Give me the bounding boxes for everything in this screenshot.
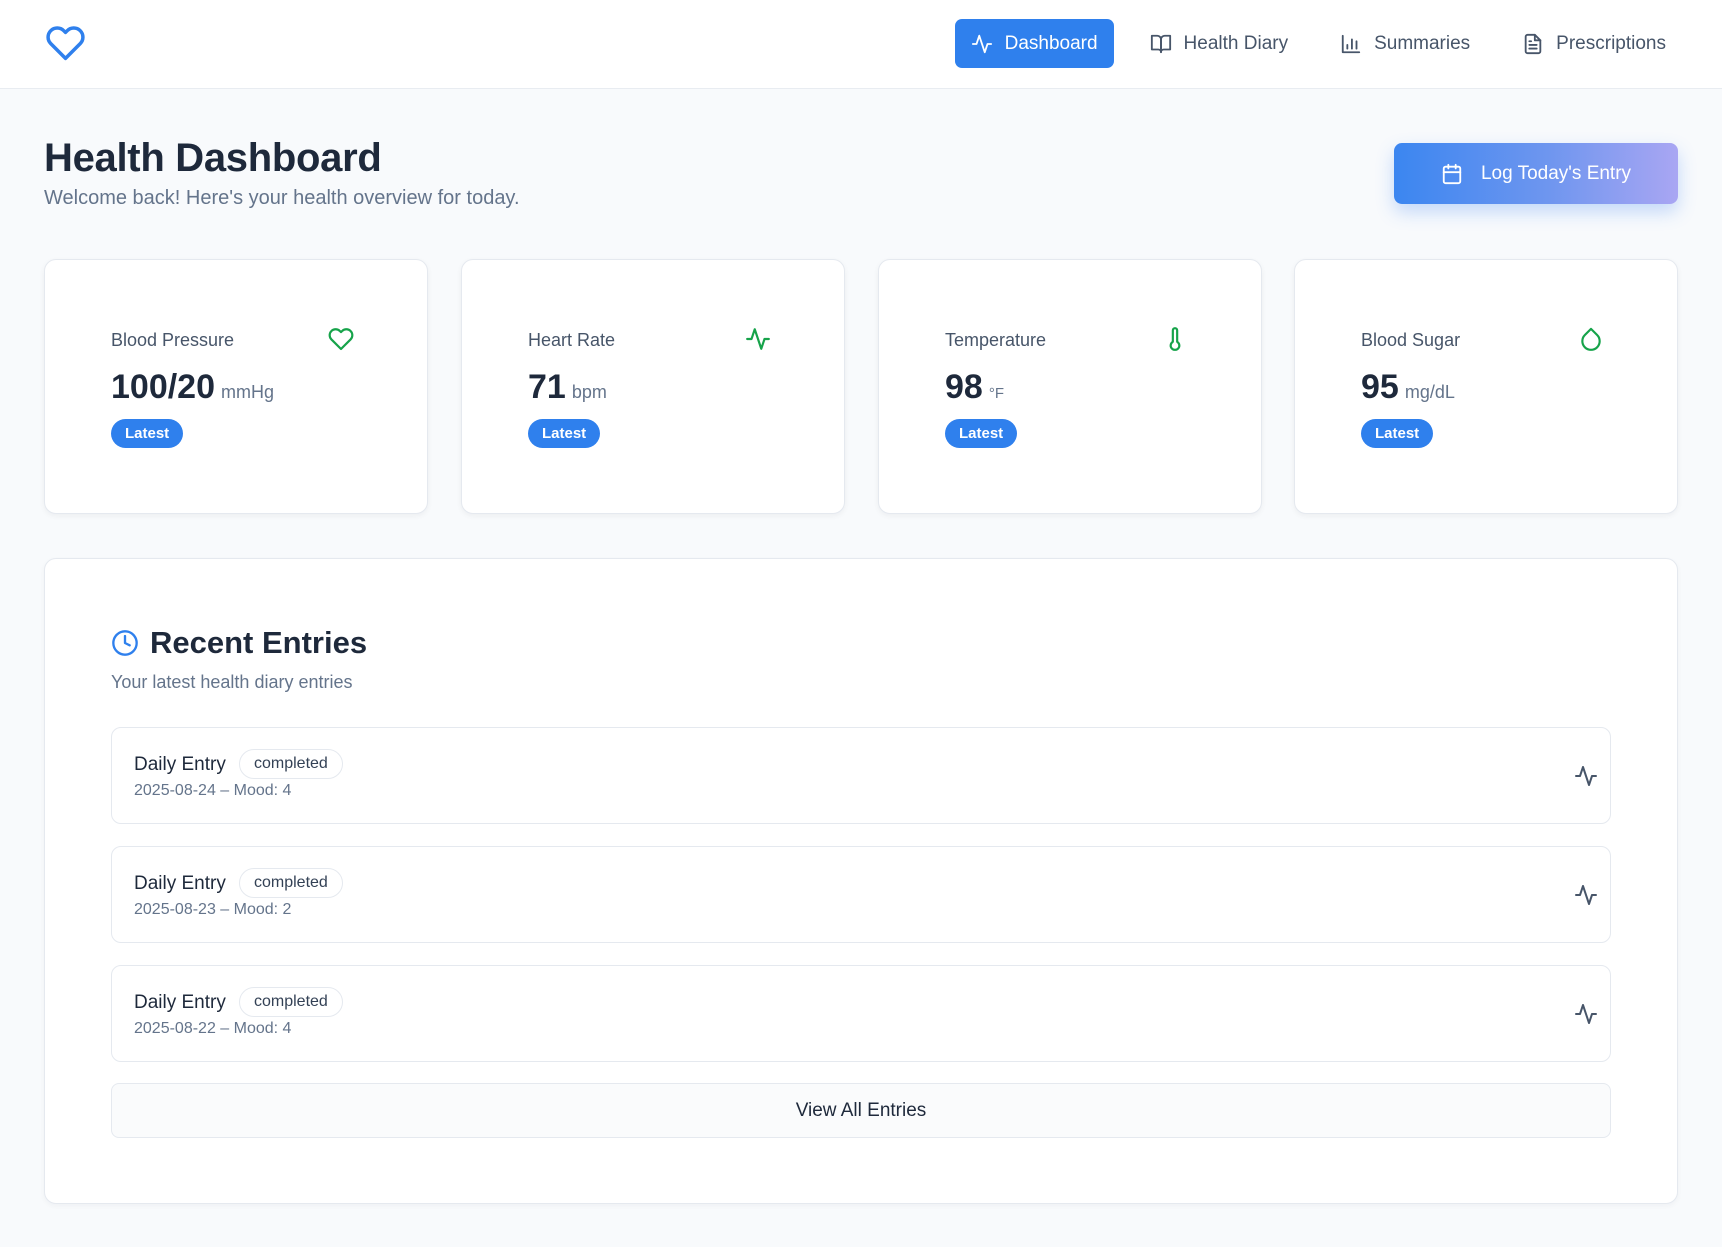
nav-dashboard[interactable]: Dashboard	[954, 19, 1114, 68]
status-badge: completed	[239, 987, 343, 1017]
activity-icon	[971, 33, 993, 55]
nav-health-diary-label: Health Diary	[1183, 32, 1289, 54]
vital-unit: bpm	[571, 382, 607, 402]
entry-title: Daily Entry	[134, 992, 226, 1013]
view-all-entries-button[interactable]: View All Entries	[111, 1083, 1611, 1138]
status-badge: completed	[239, 749, 343, 779]
droplet-icon	[1578, 326, 1604, 352]
status-badge: completed	[239, 868, 343, 898]
latest-badge: Latest	[528, 419, 601, 448]
entry-row[interactable]: Daily Entry completed 2025-08-24 – Mood:…	[111, 727, 1611, 824]
entry-meta: 2025-08-23 – Mood: 2	[134, 901, 292, 918]
vital-value: 71 bpm	[528, 368, 607, 407]
latest-badge: Latest	[1361, 419, 1434, 448]
entry-row[interactable]: Daily Entry completed 2025-08-23 – Mood:…	[111, 846, 1611, 943]
vital-label: Temperature	[945, 330, 1047, 350]
calendar-icon	[1441, 163, 1463, 185]
file-text-icon	[1522, 33, 1544, 55]
heart-icon[interactable]	[44, 23, 87, 63]
page-title: Health Dashboard	[44, 136, 382, 180]
vital-unit: mmHg	[221, 382, 274, 402]
vital-label: Blood Sugar	[1361, 330, 1461, 350]
bar-chart-icon	[1340, 33, 1362, 55]
vital-number: 95	[1361, 368, 1399, 406]
latest-badge: Latest	[945, 419, 1018, 448]
entry-meta: 2025-08-22 – Mood: 4	[134, 1020, 292, 1037]
vital-card-blood-sugar: Blood Sugar 95 mg/dL Latest	[1294, 259, 1678, 514]
clock-icon	[111, 629, 139, 657]
nav-dashboard-label: Dashboard	[1004, 32, 1098, 54]
vital-card-temperature: Temperature 98 °F Latest	[878, 259, 1262, 514]
heart-icon	[328, 326, 354, 352]
vital-value: 98 °F	[945, 368, 1004, 407]
vital-label: Blood Pressure	[111, 330, 235, 350]
activity-icon	[1574, 1002, 1598, 1026]
vital-number: 100/20	[111, 368, 215, 406]
log-todays-entry-label: Log Today's Entry	[1480, 162, 1632, 184]
main-nav: Dashboard Health Diary Summaries Prescri…	[935, 19, 1682, 68]
thermometer-icon	[1162, 326, 1188, 352]
nav-prescriptions[interactable]: Prescriptions	[1506, 19, 1682, 68]
vital-number: 98	[945, 368, 983, 406]
entry-row[interactable]: Daily Entry completed 2025-08-22 – Mood:…	[111, 965, 1611, 1062]
recent-entries-subtitle: Your latest health diary entries	[111, 672, 353, 692]
vital-label: Heart Rate	[528, 330, 616, 350]
vital-unit: mg/dL	[1404, 382, 1455, 402]
top-navigation-bar: Dashboard Health Diary Summaries Prescri…	[0, 0, 1722, 89]
vital-card-blood-pressure: Blood Pressure 100/20 mmHg Latest	[44, 259, 428, 514]
entry-meta: 2025-08-24 – Mood: 4	[134, 782, 292, 799]
nav-summaries[interactable]: Summaries	[1324, 19, 1486, 68]
vital-number: 71	[528, 368, 566, 406]
entry-title: Daily Entry	[134, 754, 226, 775]
nav-prescriptions-label: Prescriptions	[1556, 32, 1666, 54]
activity-icon	[1574, 883, 1598, 907]
recent-entries-title: Recent Entries	[150, 625, 368, 660]
nav-health-diary[interactable]: Health Diary	[1134, 19, 1305, 68]
vital-value: 100/20 mmHg	[111, 368, 274, 407]
vital-value: 95 mg/dL	[1361, 368, 1455, 407]
latest-badge: Latest	[111, 419, 184, 448]
entry-title: Daily Entry	[134, 873, 226, 894]
activity-icon	[745, 326, 771, 352]
vital-card-heart-rate: Heart Rate 71 bpm Latest	[461, 259, 845, 514]
vital-unit: °F	[988, 385, 1004, 402]
log-todays-entry-button[interactable]: Log Today's Entry	[1394, 143, 1678, 204]
book-open-icon	[1150, 33, 1172, 55]
page-subtitle: Welcome back! Here's your health overvie…	[44, 187, 520, 209]
activity-icon	[1574, 764, 1598, 788]
nav-summaries-label: Summaries	[1374, 32, 1471, 54]
recent-entries-panel: Recent Entries Your latest health diary …	[44, 558, 1678, 1204]
